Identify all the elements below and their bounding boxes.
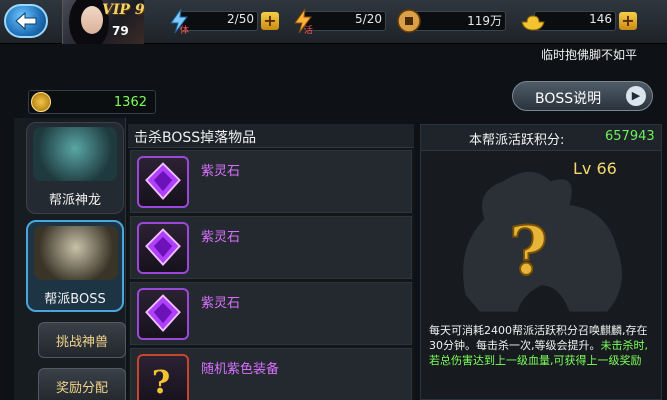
left-tab-panel: 帮派神龙 帮派BOSS 挑战神兽 奖励分配 bbox=[14, 118, 126, 400]
back-button[interactable] bbox=[4, 4, 48, 38]
tab-label: 奖励分配 bbox=[55, 381, 108, 396]
lightning-energy-icon: 活 bbox=[294, 8, 313, 34]
player-level: 79 bbox=[112, 24, 129, 38]
list-item[interactable]: 紫灵石 bbox=[130, 282, 412, 345]
item-name: 紫灵石 bbox=[201, 164, 241, 179]
item-name: 紫灵石 bbox=[201, 296, 241, 311]
tab-label: 帮派神龙 bbox=[48, 193, 101, 208]
top-bar: VIP 9 79 体 2/50 + 活 5/20 119万 146 + bbox=[0, 0, 667, 44]
gold-ingot-icon bbox=[521, 15, 545, 31]
boss-info-label: BOSS说明 bbox=[535, 91, 602, 107]
purple-gem-icon bbox=[137, 222, 189, 274]
purple-gem-icon bbox=[137, 156, 189, 208]
boss-info-button[interactable]: BOSS说明 ▶ bbox=[512, 81, 653, 111]
coins-resource: 119万 bbox=[396, 8, 512, 34]
boss-description: 每天可消耗2400帮派活跃积分召唤麒麟,存在30分钟。每击杀一次,等级会提升。未… bbox=[429, 323, 657, 368]
energy-value: 5/20 bbox=[355, 12, 382, 26]
boss-panel: 本帮派活跃积分: 657943 Lv 66 ? 每天可消耗2400帮派活跃积分召… bbox=[420, 124, 662, 400]
boss-portrait-icon bbox=[34, 226, 118, 280]
drop-list-title: 击杀BOSS掉落物品 bbox=[134, 130, 257, 146]
svg-text:活: 活 bbox=[304, 24, 313, 34]
svg-text:?: ? bbox=[152, 365, 170, 400]
tab-guild-dragon[interactable]: 帮派神龙 bbox=[26, 122, 124, 214]
activity-value: 657943 bbox=[605, 129, 655, 144]
question-mark-icon: ? bbox=[137, 354, 189, 400]
copper-coin-icon bbox=[397, 9, 421, 33]
list-item[interactable]: ? 随机紫色装备 bbox=[130, 348, 412, 400]
activity-header: 本帮派活跃积分: 657943 bbox=[421, 125, 661, 151]
tab-reward-distribution[interactable]: 奖励分配 bbox=[38, 368, 126, 400]
guild-coin-icon bbox=[31, 92, 51, 112]
coins-value: 119万 bbox=[467, 14, 502, 28]
energy-resource: 活 5/20 bbox=[290, 8, 390, 34]
vip-label: VIP 9 bbox=[102, 2, 145, 18]
stamina-value: 2/50 bbox=[227, 12, 254, 26]
purple-gem-icon bbox=[137, 288, 189, 340]
marquee-text: 临时抱佛脚不如平 bbox=[540, 48, 637, 62]
gold-resource: 146 + bbox=[520, 8, 640, 34]
tab-label: 挑战神兽 bbox=[55, 335, 108, 350]
svg-text:?: ? bbox=[509, 212, 548, 290]
list-item[interactable]: 紫灵石 bbox=[130, 150, 412, 213]
boss-silhouette-icon: ? bbox=[463, 171, 622, 312]
lightning-stamina-icon: 体 bbox=[170, 8, 189, 34]
drop-list-header: 击杀BOSS掉落物品 bbox=[128, 124, 414, 148]
gold-value: 146 bbox=[589, 12, 612, 26]
dragon-portrait-icon bbox=[33, 127, 117, 181]
list-item[interactable]: 紫灵石 bbox=[130, 216, 412, 279]
activity-label: 本帮派活跃积分: bbox=[469, 133, 565, 148]
add-gold-button[interactable]: + bbox=[619, 12, 637, 30]
item-name: 随机紫色装备 bbox=[201, 362, 280, 377]
tab-challenge-beast[interactable]: 挑战神兽 bbox=[38, 322, 126, 358]
tab-guild-boss[interactable]: 帮派BOSS bbox=[26, 220, 124, 312]
arrow-right-icon: ▶ bbox=[626, 86, 646, 106]
drop-list-panel: 击杀BOSS掉落物品 紫灵石 紫灵石 紫灵石 ? 随机紫色装备 bbox=[128, 124, 414, 400]
svg-text:体: 体 bbox=[180, 24, 189, 34]
guild-points-bar: 1362 bbox=[28, 90, 156, 114]
tab-label: 帮派BOSS bbox=[44, 292, 106, 307]
guild-points-value: 1362 bbox=[113, 95, 147, 110]
stamina-resource: 体 2/50 + bbox=[166, 8, 282, 34]
add-stamina-button[interactable]: + bbox=[261, 12, 279, 30]
item-name: 紫灵石 bbox=[201, 230, 241, 245]
back-arrow-icon bbox=[15, 11, 37, 31]
